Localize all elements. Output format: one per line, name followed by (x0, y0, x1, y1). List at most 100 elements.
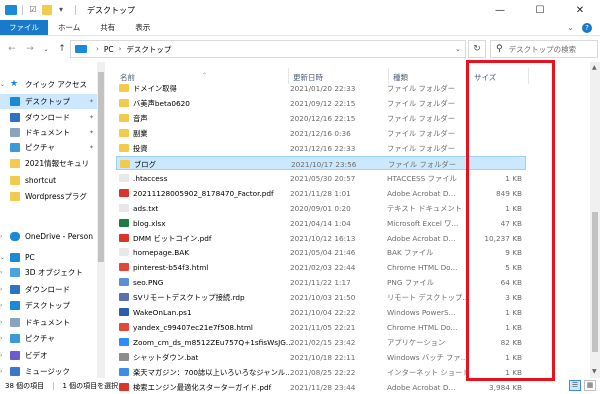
nav-item-onedrive[interactable]: › OneDrive - Person (0, 229, 100, 244)
window-title: デスクトップ (87, 5, 135, 15)
file-row[interactable]: yandex_c99407ec21e7f508.html 2021/11/05 2… (116, 320, 526, 334)
minimize-button[interactable]: — (480, 0, 520, 20)
file-row[interactable]: 音声 2020/12/16 22:15 ファイル フォルダー (116, 111, 526, 125)
collapse-arrow-icon[interactable]: ⌄ (0, 254, 8, 261)
nav-item-folder[interactable]: Wordpressプラグ (0, 189, 100, 204)
file-row[interactable]: blog.xlsx 2021/04/14 1:04 Microsoft Excel … (116, 216, 526, 230)
nav-item-downloads[interactable]: ダウンロード ✦ (0, 110, 100, 125)
expand-arrow-icon[interactable]: › (0, 286, 8, 293)
file-row[interactable]: seo.PNG 2021/11/22 1:17 PNG ファイル 64 KB (116, 275, 526, 289)
details-view-icon[interactable]: ☰ (569, 380, 581, 391)
nav-item-folder[interactable]: 2021情報セキュリ (0, 156, 100, 171)
pictures-icon (10, 334, 20, 343)
expand-arrow-icon[interactable]: › (0, 319, 8, 326)
expand-arrow-icon[interactable]: › (0, 335, 8, 342)
back-arrow-icon[interactable]: ← (5, 42, 19, 56)
expand-arrow-icon[interactable]: › (0, 368, 8, 375)
nav-item-downloads[interactable]: › ダウンロード (0, 282, 100, 297)
nav-item-pictures[interactable]: ピクチャ ✦ (0, 140, 100, 155)
nav-item-videos[interactable]: › ビデオ (0, 348, 100, 363)
file-row[interactable]: homepage.BAK 2021/05/04 21:46 BAK ファイル 9 KB (116, 245, 526, 259)
forward-arrow-icon[interactable]: → (23, 42, 37, 56)
file-row[interactable]: SVリモートデスクトップ接続.rdp 2021/10/03 21:50 リモート デ… (116, 290, 526, 304)
folder-icon (119, 84, 129, 92)
file-name: pinterest-b54f3.html (133, 263, 209, 273)
properties-icon[interactable]: ☑ (28, 5, 38, 15)
collapse-arrow-icon[interactable]: ⌄ (0, 81, 8, 88)
size-column-highlight (466, 60, 555, 381)
help-icon[interactable]: ? (582, 22, 592, 33)
nav-item-folder[interactable]: shortcut (0, 173, 100, 188)
file-type: リモート デスクトップ... (387, 293, 467, 303)
file-row[interactable]: バ美声beta0620 2021/09/12 22:15 ファイル フォルダー (116, 96, 526, 110)
nav-item-pictures[interactable]: › ピクチャ (0, 331, 100, 346)
nav-item-pc[interactable]: ⌄ PC (0, 250, 100, 265)
file-row[interactable]: 20211128005902_8178470_Factor.pdf 2021/11… (116, 186, 526, 200)
nav-item-3d-objects[interactable]: › 3D オブジェクト (0, 265, 100, 280)
close-button[interactable]: ✕ (560, 0, 600, 20)
nav-scrollbar[interactable] (97, 62, 105, 378)
chevron-right-icon[interactable]: › (119, 45, 122, 53)
nav-item-documents[interactable]: ドキュメント ✦ (0, 125, 100, 140)
file-name: ブログ (134, 159, 156, 169)
nav-item-documents[interactable]: › ドキュメント (0, 315, 100, 330)
folder-icon (119, 113, 129, 122)
nav-item-desktop[interactable]: デスクトップ ✦ (0, 94, 100, 109)
address-dropdown-icon[interactable]: ⌄ (455, 45, 461, 53)
search-input[interactable]: ⚲ デスクトップの検索 (490, 40, 598, 58)
address-bar[interactable]: › PC › デスクトップ ⌄ (70, 40, 466, 58)
content-scrollbar-thumb[interactable] (592, 212, 598, 352)
file-date: 2021/10/12 16:13 (290, 233, 356, 243)
file-type: Windows バッチ ファ... (387, 353, 467, 363)
tab-file[interactable]: ファイル (0, 20, 48, 35)
scroll-down-icon[interactable]: ▼ (592, 368, 597, 375)
expand-arrow-icon[interactable]: › (0, 233, 8, 240)
file-icon (119, 233, 129, 242)
nav-quick-access[interactable]: ⌄ ★ クイック アクセス (0, 77, 100, 92)
file-icon (119, 368, 129, 377)
expand-ribbon-icon[interactable]: ⌄ (567, 23, 574, 32)
up-arrow-icon[interactable]: ↑ (55, 42, 69, 56)
tab-home[interactable]: ホーム (48, 20, 90, 35)
expand-arrow-icon[interactable]: › (0, 352, 8, 359)
chevron-right-icon[interactable]: › (96, 45, 99, 53)
nav-item-desktop[interactable]: › デスクトップ (0, 298, 100, 313)
file-row[interactable]: 投資 2021/12/16 22:33 ファイル フォルダー (116, 141, 526, 155)
nav-label: 3D オブジェクト (25, 268, 83, 277)
file-row[interactable]: Zoom_cm_ds_m8512ZEu757Q+1sfisWsJG... 2021… (116, 335, 526, 349)
file-type: ファイル フォルダー (387, 98, 455, 108)
file-row[interactable]: pinterest-b54f3.html 2021/02/03 22:44 Chro… (116, 260, 526, 274)
tab-view[interactable]: 表示 (125, 20, 160, 35)
document-icon (10, 128, 20, 137)
scroll-up-icon[interactable]: ▲ (592, 64, 597, 71)
file-row[interactable]: ads.txt 2020/09/01 0:20 テキスト ドキュメント 1 KB (116, 201, 526, 215)
breadcrumb-desktop[interactable]: デスクトップ (126, 44, 171, 55)
file-row[interactable]: シャットダウン.bat 2021/10/18 22:11 Windows バッチ フ… (116, 350, 526, 364)
file-type: Chrome HTML Do... (387, 323, 458, 333)
nav-scrollbar-thumb[interactable] (98, 72, 104, 262)
ribbon-right-controls: ⌄ ? (567, 20, 600, 35)
file-type: Windows PowerS... (387, 308, 456, 318)
expand-arrow-icon[interactable]: › (0, 269, 8, 276)
maximize-button[interactable]: ☐ (520, 0, 560, 20)
file-row[interactable]: DMM ビットコイン.pdf 2021/10/12 16:13 Adobe Acro… (116, 231, 526, 245)
file-row[interactable]: WakeOnLan.ps1 2021/10/04 22:22 Windows Pow… (116, 305, 526, 319)
breadcrumb-pc[interactable]: PC (104, 45, 114, 54)
file-row[interactable]: 楽天マガジン：700誌以上いろいろなジャンル... 2021/08/25 22:2… (116, 365, 526, 379)
video-icon (10, 351, 20, 360)
nav-item-music[interactable]: › ミュージック (0, 364, 100, 378)
recent-locations-icon[interactable]: ⌄ (39, 42, 53, 56)
file-name: .htaccess (133, 173, 168, 183)
file-row[interactable]: ブログ 2021/10/17 23:56 ファイル フォルダー (116, 155, 526, 170)
content-scrollbar[interactable]: ▲ ▼ (590, 62, 600, 378)
refresh-icon[interactable]: ↻ (468, 40, 486, 58)
file-row[interactable]: .htaccess 2021/05/30 20:57 HTACCESS ファイル 1 … (116, 171, 526, 185)
file-row[interactable]: 副業 2021/12/16 0:36 ファイル フォルダー (116, 126, 526, 140)
large-icons-view-icon[interactable]: ▦ (584, 380, 596, 391)
expand-arrow-icon[interactable]: › (0, 302, 8, 309)
customize-dropdown-icon[interactable]: ▾ (56, 5, 66, 15)
new-folder-icon[interactable] (42, 5, 52, 15)
tab-share[interactable]: 共有 (90, 20, 125, 35)
file-type: BAK ファイル (387, 248, 434, 258)
file-row[interactable]: ドメイン取得 2021/01/20 22:33 ファイル フォルダー (116, 81, 526, 95)
